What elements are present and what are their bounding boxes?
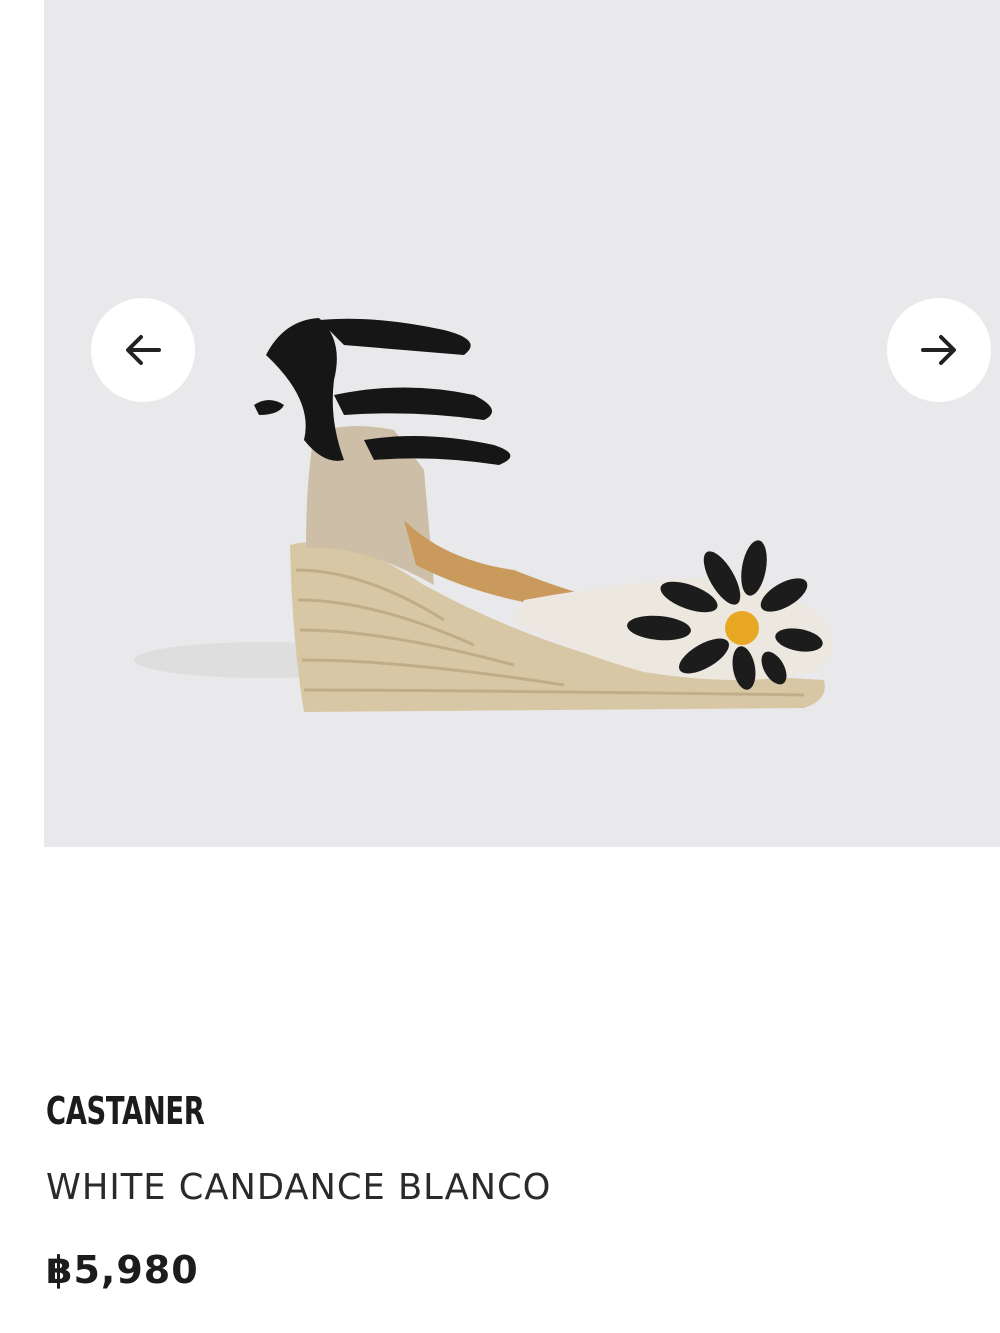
arrow-left-icon xyxy=(126,335,161,365)
product-image-gallery[interactable] xyxy=(44,0,1000,847)
arrow-right-icon xyxy=(921,335,956,365)
product-image xyxy=(134,318,833,712)
product-brand[interactable]: CASTANER xyxy=(46,1089,205,1133)
product-name[interactable]: WHITE CANDANCE BLANCO xyxy=(46,1167,551,1208)
product-price: ฿5,980 xyxy=(46,1248,199,1292)
product-page: CASTANER WHITE CANDANCE BLANCO ฿5,980 xyxy=(0,0,1000,1333)
next-image-button[interactable] xyxy=(887,298,991,402)
prev-image-button[interactable] xyxy=(91,298,195,402)
